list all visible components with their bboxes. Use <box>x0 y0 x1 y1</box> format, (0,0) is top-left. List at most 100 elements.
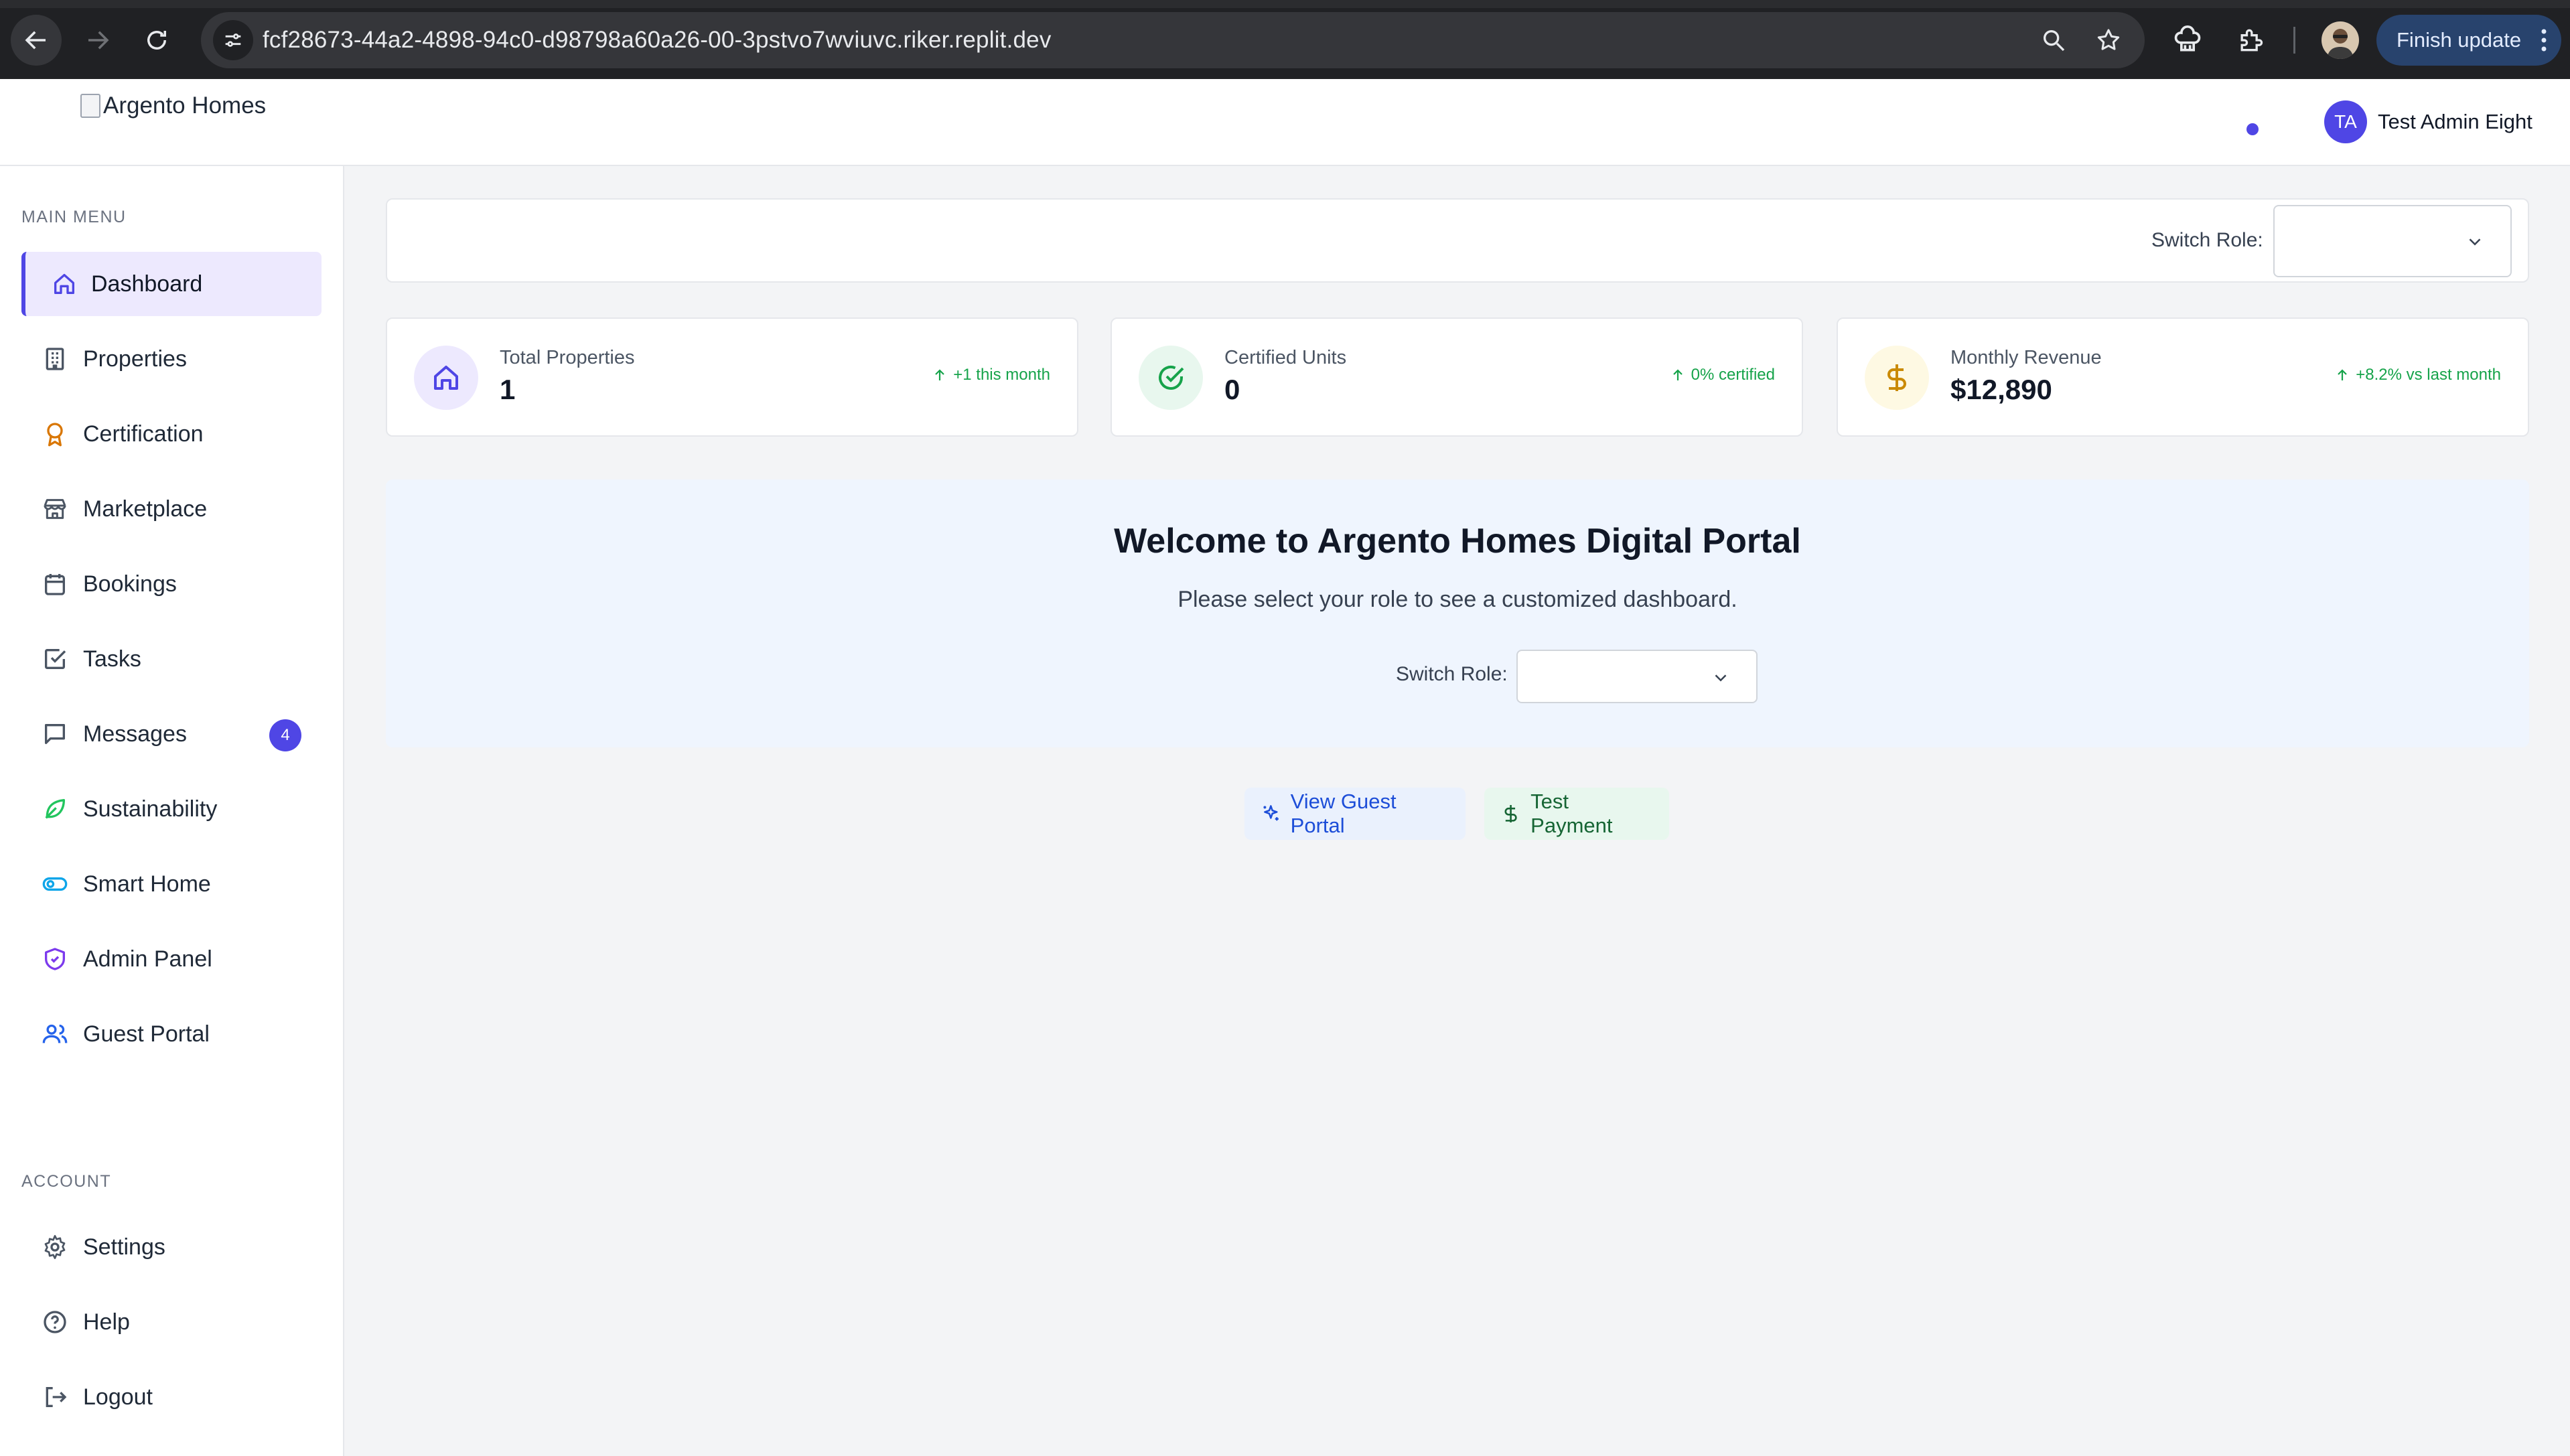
role-switch-bar: Switch Role: <box>386 198 2529 283</box>
sidebar-item-label: Tasks <box>83 646 141 672</box>
site-info-icon[interactable] <box>213 20 253 60</box>
zoom-icon[interactable] <box>2036 23 2071 58</box>
sidebar-item-marketplace[interactable]: Marketplace <box>21 477 322 541</box>
sidebar-item-label: Help <box>83 1309 130 1335</box>
test-payment-label: Test Payment <box>1530 790 1613 837</box>
sidebar-item-help[interactable]: Help <box>21 1290 322 1354</box>
finish-update-button[interactable]: Finish update <box>2376 15 2561 66</box>
dollar-icon <box>1865 346 1929 410</box>
sidebar-item-label: Settings <box>83 1234 165 1260</box>
sidebar-item-label: Logout <box>83 1384 153 1410</box>
address-bar[interactable]: fcf28673-44a2-4898-94c0-d98798a60a26-00-… <box>201 12 2145 68</box>
stat-card-certified-units: Certified Units 0 0% certified <box>1111 317 1803 437</box>
sidebar-item-label: Properties <box>83 346 187 372</box>
sidebar-item-admin-panel[interactable]: Admin Panel <box>21 927 322 991</box>
home-icon <box>51 271 78 297</box>
url-text[interactable]: fcf28673-44a2-4898-94c0-d98798a60a26-00-… <box>263 12 1052 68</box>
sidebar-item-dashboard[interactable]: Dashboard <box>21 252 322 316</box>
broken-image-icon <box>80 94 100 118</box>
sidebar-item-settings[interactable]: Settings <box>21 1215 322 1279</box>
arrow-up-icon <box>1672 369 1683 380</box>
sidebar-item-messages[interactable]: Messages 4 <box>21 702 322 766</box>
stat-value: 0 <box>1224 374 1240 405</box>
account-label: ACCOUNT <box>21 1172 112 1191</box>
sidebar-item-label: Certification <box>83 421 204 447</box>
tab-strip <box>0 0 2570 8</box>
sidebar-item-certification[interactable]: Certification <box>21 402 322 466</box>
sidebar-item-label: Sustainability <box>83 796 218 822</box>
sparkles-icon <box>1263 805 1279 821</box>
main-menu-label: MAIN MENU <box>21 208 127 226</box>
dollar-icon <box>1504 805 1517 822</box>
forward-button[interactable] <box>72 15 123 66</box>
stat-trend: 0% certified <box>1670 366 1775 384</box>
stat-card-monthly-revenue: Monthly Revenue $12,890 +8.2% vs last mo… <box>1837 317 2529 437</box>
logo[interactable]: Argento Homes <box>80 92 266 119</box>
user-avatar[interactable]: TA <box>2324 100 2367 143</box>
sidebar-item-sustainability[interactable]: Sustainability <box>21 777 322 841</box>
stat-value: $12,890 <box>1950 374 2052 405</box>
gear-icon <box>42 1234 68 1260</box>
profile-avatar[interactable] <box>2322 21 2359 59</box>
shield-icon <box>42 946 68 972</box>
welcome-title: Welcome to Argento Homes Digital Portal <box>1114 522 1801 561</box>
sidebar-item-label: Guest Portal <box>83 1021 210 1047</box>
sidebar-item-label: Bookings <box>83 571 177 597</box>
back-button[interactable] <box>11 15 62 66</box>
sidebar-item-logout[interactable]: Logout <box>21 1365 322 1429</box>
reload-icon <box>147 31 166 50</box>
sidebar-item-label: Admin Panel <box>83 946 212 972</box>
stat-trend-text: +1 this month <box>953 366 1050 384</box>
role-select[interactable] <box>2273 205 2512 277</box>
check-square-icon <box>42 646 68 672</box>
switch-role-label: Switch Role: <box>2151 229 2263 251</box>
stat-title: Total Properties <box>500 347 635 368</box>
notification-dot[interactable] <box>2246 123 2259 135</box>
sidebar-item-guest-portal[interactable]: Guest Portal <box>21 1002 322 1066</box>
sidebar-item-label: Smart Home <box>83 871 211 897</box>
stat-trend: +1 this month <box>932 366 1050 384</box>
message-icon <box>42 721 68 747</box>
chef-hat-extension-icon[interactable] <box>2166 19 2209 62</box>
app-header: Argento Homes TA Test Admin Eight <box>0 79 2570 166</box>
stat-card-total-properties: Total Properties 1 +1 this month <box>386 317 1078 437</box>
view-guest-portal-label: View Guest Portal <box>1290 790 1397 837</box>
arrow-right-icon <box>88 31 109 50</box>
reload-button[interactable] <box>131 15 182 66</box>
calendar-icon <box>42 571 68 597</box>
store-icon <box>42 496 68 522</box>
welcome-role-select[interactable] <box>1516 650 1758 703</box>
messages-count-badge: 4 <box>269 719 301 751</box>
toggle-icon <box>42 871 68 897</box>
user-name[interactable]: Test Admin Eight <box>2378 110 2532 134</box>
stat-title: Monthly Revenue <box>1950 347 2102 368</box>
sidebar-item-bookings[interactable]: Bookings <box>21 552 322 616</box>
more-vert-icon <box>2541 29 2547 52</box>
bookmark-star-icon[interactable] <box>2091 23 2126 58</box>
sidebar: MAIN MENU Dashboard Properties Certifica… <box>0 166 344 1456</box>
extensions-puzzle-icon[interactable] <box>2229 19 2272 62</box>
sidebar-item-tasks[interactable]: Tasks <box>21 627 322 691</box>
arrow-up-icon <box>935 369 945 380</box>
arrow-up-icon <box>2338 369 2347 380</box>
logo-alt-text: Argento Homes <box>103 92 267 119</box>
sidebar-item-smart-home[interactable]: Smart Home <box>21 852 322 916</box>
sidebar-item-label: Marketplace <box>83 496 208 522</box>
logout-icon <box>42 1384 68 1410</box>
award-icon <box>42 421 68 447</box>
stat-trend: +8.2% vs last month <box>2334 366 2501 384</box>
stat-trend-text: 0% certified <box>1691 366 1775 384</box>
arrow-left-icon <box>25 31 46 50</box>
sidebar-item-properties[interactable]: Properties <box>21 327 322 391</box>
test-payment-button[interactable]: Test Payment <box>1484 788 1669 840</box>
toolbar-divider <box>2293 27 2295 54</box>
leaf-icon <box>42 796 68 822</box>
building-icon <box>42 346 68 372</box>
stat-value: 1 <box>500 374 516 405</box>
finish-update-label: Finish update <box>2397 28 2522 52</box>
view-guest-portal-button[interactable]: View Guest Portal <box>1244 788 1466 840</box>
browser-toolbar: fcf28673-44a2-4898-94c0-d98798a60a26-00-… <box>0 0 2570 79</box>
stat-title: Certified Units <box>1224 347 1347 368</box>
help-circle-icon <box>42 1309 68 1335</box>
chevron-down-icon <box>1715 674 1727 682</box>
